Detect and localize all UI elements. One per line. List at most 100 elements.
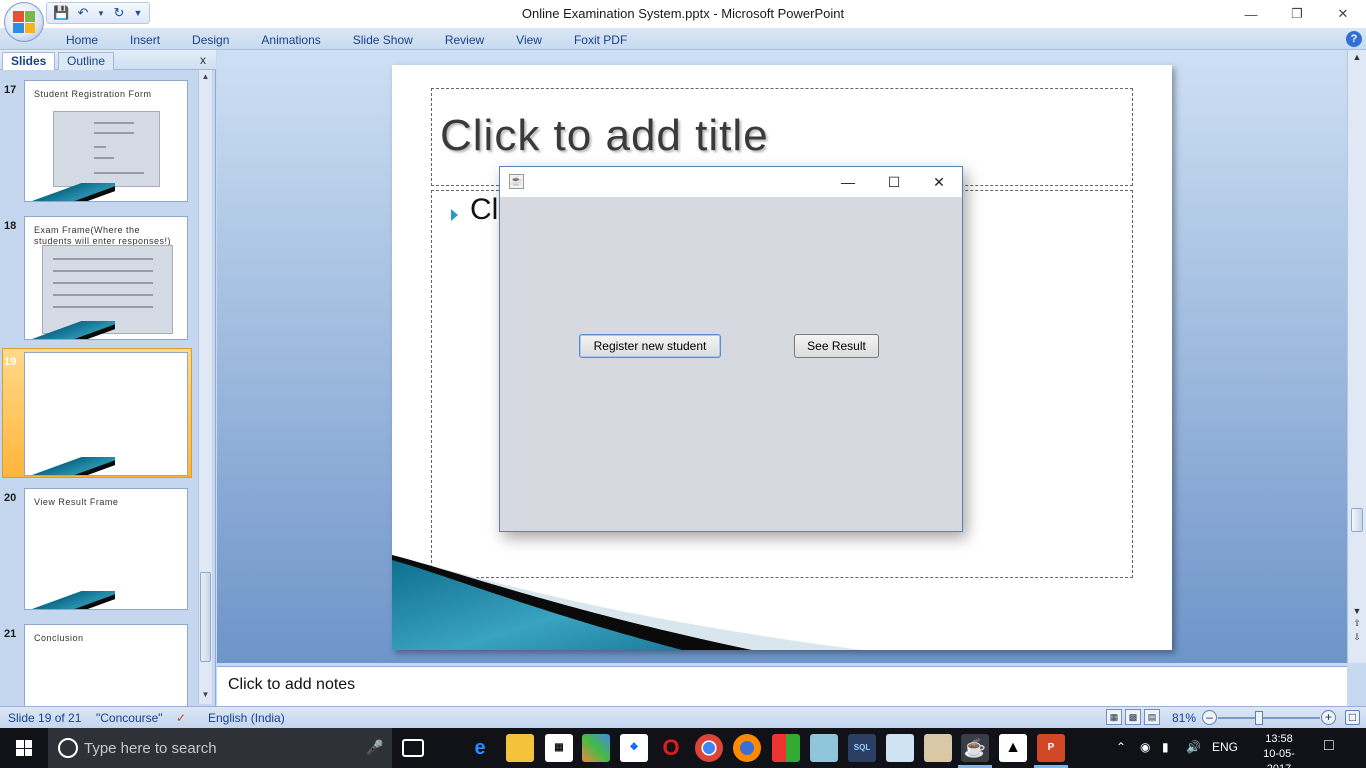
notes-pane[interactable]: Click to add notes (217, 666, 1347, 706)
cortana-icon (58, 738, 78, 758)
notes-placeholder: Click to add notes (228, 676, 356, 693)
office-logo-icon (13, 11, 35, 33)
start-button[interactable] (0, 728, 48, 768)
sql-app-icon[interactable]: SQL (848, 734, 876, 762)
tab-insert[interactable]: Insert (114, 31, 176, 49)
register-new-student-button[interactable]: Register new student (579, 334, 721, 358)
file-explorer-icon[interactable] (506, 734, 534, 762)
dialog-close-icon[interactable]: ✕ (916, 167, 962, 197)
spell-check-icon[interactable]: ✓ (176, 711, 186, 725)
slide-thumbnail-title: Student Registration Form (34, 89, 152, 99)
taskbar-search-box[interactable]: Type here to search 🎤 (48, 728, 392, 768)
close-icon[interactable]: ✕ (1320, 0, 1366, 28)
clock-date: 10-05-2017 (1263, 748, 1295, 768)
thumbnail-wave-decoration (25, 321, 115, 339)
firefox-icon[interactable] (733, 734, 761, 762)
slide-number: 21 (4, 628, 17, 640)
volume-icon[interactable]: 🔊 (1186, 740, 1201, 754)
view-buttons: ▦ ▩ ▤ (1106, 709, 1160, 725)
dialog-title-bar: ☕ — ☐ ✕ (500, 167, 962, 197)
dialog-maximize-icon[interactable]: ☐ (871, 167, 917, 197)
help-icon[interactable]: ? (1346, 31, 1362, 47)
java-taskbar-icon[interactable]: ☕ (961, 734, 989, 762)
scroll-thumb[interactable] (1351, 508, 1363, 532)
notifications-icon[interactable]: □ (1324, 737, 1334, 755)
image-viewer-icon[interactable]: ▲ (999, 734, 1027, 762)
slide-scrollbar[interactable]: ▲ ▼ ⇧ ⇩ (1347, 50, 1366, 663)
zoom-slider-track[interactable] (1218, 717, 1320, 719)
slide-number: 20 (4, 492, 17, 504)
edge-icon[interactable]: e (466, 734, 494, 762)
edit-tool-icon[interactable] (810, 734, 838, 762)
task-view-icon[interactable] (402, 739, 424, 757)
box-app-icon[interactable] (886, 734, 914, 762)
tab-outline[interactable]: Outline (58, 52, 115, 70)
windows-taskbar: Type here to search 🎤 e ▦ ❖ O SQL ☕ ▲ P … (0, 728, 1366, 768)
java-icon: ☕ (509, 174, 524, 189)
see-result-button[interactable]: See Result (794, 334, 879, 358)
colorful-app-icon[interactable] (772, 734, 800, 762)
slide-position-text: Slide 19 of 21 (8, 711, 82, 725)
tab-slides[interactable]: Slides (2, 52, 56, 70)
minimize-icon[interactable]: — (1228, 0, 1274, 28)
slide-thumbnail-20[interactable]: View Result Frame (24, 488, 188, 610)
slide-number: 19 (4, 356, 17, 368)
search-placeholder: Type here to search (84, 740, 217, 757)
battery-icon[interactable]: ▮ (1162, 740, 1169, 754)
scroll-up-icon[interactable]: ▲ (199, 72, 212, 84)
normal-view-icon[interactable]: ▦ (1106, 709, 1122, 725)
content-placeholder-text: Cl (470, 193, 499, 226)
zoom-slider-thumb[interactable] (1255, 711, 1263, 725)
window-title: Online Examination System.pptx - Microso… (521, 6, 845, 21)
tab-view[interactable]: View (500, 31, 558, 49)
bullet-arrow-icon (451, 209, 458, 221)
tab-animations[interactable]: Animations (245, 31, 336, 49)
slide-sorter-icon[interactable]: ▩ (1125, 709, 1141, 725)
previous-slide-icon[interactable]: ⇧ (1348, 618, 1366, 632)
slide-number: 17 (4, 84, 17, 96)
scroll-up-icon[interactable]: ▲ (1348, 52, 1366, 66)
opera-icon[interactable]: O (657, 734, 685, 762)
tab-foxit-pdf[interactable]: Foxit PDF (558, 31, 643, 49)
slide-thumbnail-21[interactable]: Conclusion (24, 624, 188, 706)
tab-design[interactable]: Design (176, 31, 245, 49)
zoom-level-text[interactable]: 81% (1172, 711, 1196, 725)
paint-icon[interactable] (924, 734, 952, 762)
scroll-down-icon[interactable]: ▼ (199, 690, 212, 702)
system-clock[interactable]: 13:58 10-05-2017 (1251, 732, 1307, 768)
scroll-thumb[interactable] (200, 572, 211, 662)
slide-thumbnail-17[interactable]: Student Registration Form (24, 80, 188, 202)
show-hidden-icons-icon[interactable]: ⌃ (1116, 740, 1126, 754)
wifi-icon[interactable]: ◉ (1140, 740, 1150, 754)
store-icon[interactable]: ▦ (545, 734, 573, 762)
slide-thumbnail-19[interactable] (24, 352, 188, 476)
powerpoint-icon[interactable]: P (1037, 734, 1065, 762)
next-slide-icon[interactable]: ⇩ (1348, 632, 1366, 646)
chrome-icon[interactable] (695, 734, 723, 762)
dialog-minimize-icon[interactable]: — (825, 167, 871, 197)
slide-number: 18 (4, 220, 17, 232)
tab-review[interactable]: Review (429, 31, 500, 49)
panel-close-icon[interactable]: x (200, 53, 206, 67)
restore-icon[interactable]: ❐ (1274, 0, 1320, 28)
status-bar: Slide 19 of 21 "Concourse" ✓ English (In… (0, 706, 1366, 728)
slide-thumbnail-18[interactable]: Exam Frame(Where the students will enter… (24, 216, 188, 340)
slide-thumbnail-title: View Result Frame (34, 497, 119, 507)
office-button[interactable] (4, 2, 44, 42)
photos-app-icon[interactable] (582, 734, 610, 762)
ribbon: Home Insert Design Animations Slide Show… (0, 28, 1366, 50)
language-text[interactable]: English (India) (208, 711, 285, 725)
input-language-text[interactable]: ENG (1212, 740, 1238, 754)
dropbox-icon[interactable]: ❖ (620, 734, 648, 762)
microphone-icon[interactable]: 🎤 (366, 739, 383, 756)
tab-home[interactable]: Home (50, 31, 114, 49)
slides-panel-scrollbar[interactable]: ▲ ▼ (198, 70, 212, 704)
java-dialog-window: ☕ — ☐ ✕ Register new student See Result (499, 166, 963, 532)
slide-show-icon[interactable]: ▤ (1144, 709, 1160, 725)
zoom-out-icon[interactable]: – (1202, 710, 1217, 725)
theme-name-text: "Concourse" (96, 711, 163, 725)
tab-slide-show[interactable]: Slide Show (337, 31, 429, 49)
clock-time: 13:58 (1265, 733, 1293, 745)
zoom-in-icon[interactable]: + (1321, 710, 1336, 725)
fit-to-window-icon[interactable]: □ (1345, 710, 1360, 725)
